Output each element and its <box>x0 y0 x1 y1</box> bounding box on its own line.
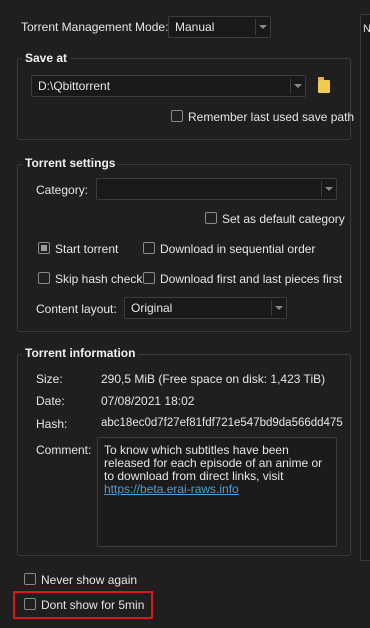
sequential-order-checkbox[interactable] <box>143 242 155 254</box>
comment-label: Comment: <box>36 443 92 457</box>
right-panel: N <box>358 0 370 628</box>
chevron-down-icon <box>255 19 270 35</box>
right-panel-label-fragment: N <box>363 23 370 35</box>
skip-hash-check-label: Skip hash check <box>55 272 143 286</box>
remember-save-path-label: Remember last used save path <box>188 110 355 124</box>
first-last-pieces-label: Download first and last pieces first <box>160 272 343 286</box>
comment-box[interactable]: To know which subtitles have been releas… <box>97 437 337 547</box>
date-label: Date: <box>36 394 65 408</box>
management-mode-label: Torrent Management Mode: <box>21 20 169 34</box>
start-torrent-label: Start torrent <box>55 242 119 256</box>
save-path-value: D:\Qbittorrent <box>38 79 111 93</box>
torrent-settings-title: Torrent settings <box>22 156 119 170</box>
content-layout-label: Content layout: <box>36 302 117 316</box>
never-show-again-label: Never show again <box>41 573 138 587</box>
chevron-down-icon <box>321 181 336 197</box>
chevron-down-icon <box>290 78 305 94</box>
management-mode-value: Manual <box>175 20 215 34</box>
save-path-input[interactable]: D:\Qbittorrent <box>31 75 306 97</box>
hash-label: Hash: <box>36 417 68 431</box>
hash-value: abc18ec0d7f27ef81fdf721e547bd9da566dd475 <box>101 417 343 429</box>
category-label: Category: <box>36 183 89 197</box>
date-value: 07/08/2021 18:02 <box>101 394 195 408</box>
right-panel-frame: N <box>360 14 370 561</box>
never-show-again-checkbox[interactable] <box>24 573 36 585</box>
size-value: 290,5 MiB (Free space on disk: 1,423 TiB… <box>101 372 326 386</box>
size-label: Size: <box>36 372 63 386</box>
content-layout-value: Original <box>131 301 173 315</box>
comment-text: To know which subtitles have been releas… <box>104 443 323 483</box>
default-category-label: Set as default category <box>222 212 345 226</box>
sequential-order-label: Download in sequential order <box>160 242 316 256</box>
first-last-pieces-checkbox[interactable] <box>143 272 155 284</box>
category-select[interactable] <box>96 178 337 200</box>
save-at-title: Save at <box>22 51 71 65</box>
default-category-checkbox[interactable] <box>205 212 217 224</box>
highlight-box <box>13 591 153 619</box>
folder-icon[interactable] <box>318 77 330 93</box>
torrent-information-title: Torrent information <box>22 346 139 360</box>
remember-save-path-checkbox[interactable] <box>171 110 183 122</box>
management-mode-select[interactable]: Manual <box>168 16 271 38</box>
comment-link[interactable]: https://beta.erai-raws.info <box>104 482 239 496</box>
content-layout-select[interactable]: Original <box>124 297 287 319</box>
add-torrent-dialog: Torrent Management Mode: Manual Save at … <box>0 0 358 628</box>
save-at-group <box>17 58 351 140</box>
chevron-down-icon <box>271 300 286 316</box>
skip-hash-check-checkbox[interactable] <box>38 272 50 284</box>
start-torrent-checkbox[interactable] <box>38 242 50 254</box>
